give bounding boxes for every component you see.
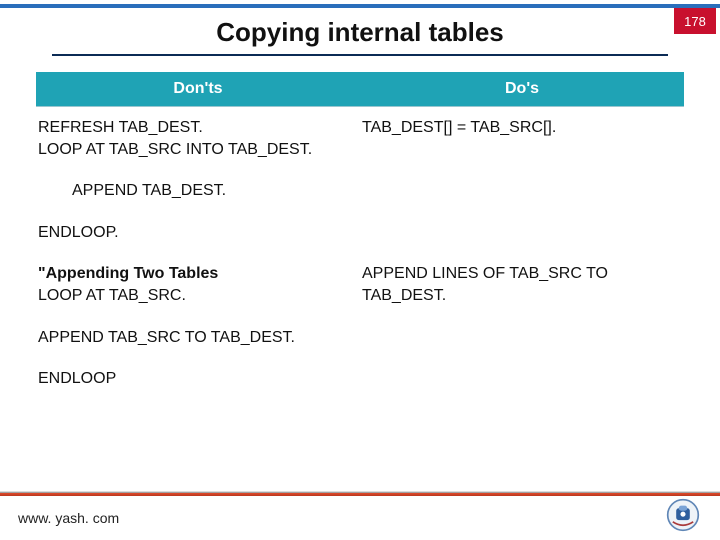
cell-left: APPEND TAB_DEST. [36, 170, 360, 212]
title-underline [52, 54, 668, 56]
cell-left: REFRESH TAB_DEST. LOOP AT TAB_SRC INTO T… [36, 107, 360, 171]
table-header-row: Don'ts Do's [36, 72, 684, 107]
logo-icon [666, 498, 700, 532]
bottom-divider [0, 492, 720, 496]
footer-url: www. yash. com [18, 510, 119, 526]
cell-right [360, 317, 684, 359]
cell-right [360, 170, 684, 212]
cell-left: ENDLOOP. [36, 212, 360, 254]
page-number: 178 [684, 14, 706, 29]
header-donts: Don'ts [36, 72, 360, 107]
cell-left: "Appending Two Tables LOOP AT TAB_SRC. [36, 253, 360, 316]
table-row: ENDLOOP. [36, 212, 684, 254]
cell-right: APPEND LINES OF TAB_SRC TO TAB_DEST. [360, 253, 684, 316]
cell-right: TAB_DEST[] = TAB_SRC[]. [360, 107, 684, 171]
cell-right [360, 212, 684, 254]
title-bar: Copying internal tables [0, 10, 720, 54]
title-top-line [0, 4, 720, 8]
cell-right [360, 358, 684, 400]
table-row: APPEND TAB_SRC TO TAB_DEST. [36, 317, 684, 359]
slide: Copying internal tables 178 Don'ts Do's … [0, 0, 720, 540]
table-row: APPEND TAB_DEST. [36, 170, 684, 212]
cell-left: ENDLOOP [36, 358, 360, 400]
header-dos: Do's [360, 72, 684, 107]
table-row: "Appending Two Tables LOOP AT TAB_SRC. A… [36, 253, 684, 316]
table-row: ENDLOOP [36, 358, 684, 400]
cell-left-line2: LOOP AT TAB_SRC. [38, 287, 186, 304]
comparison-table: Don'ts Do's REFRESH TAB_DEST. LOOP AT TA… [36, 72, 684, 400]
table-row: REFRESH TAB_DEST. LOOP AT TAB_SRC INTO T… [36, 107, 684, 171]
cell-left: APPEND TAB_SRC TO TAB_DEST. [36, 317, 360, 359]
page-title: Copying internal tables [216, 17, 504, 48]
content-area: Don'ts Do's REFRESH TAB_DEST. LOOP AT TA… [36, 72, 684, 400]
cell-left-bold: "Appending Two Tables [38, 265, 218, 282]
page-number-badge: 178 [674, 8, 716, 34]
